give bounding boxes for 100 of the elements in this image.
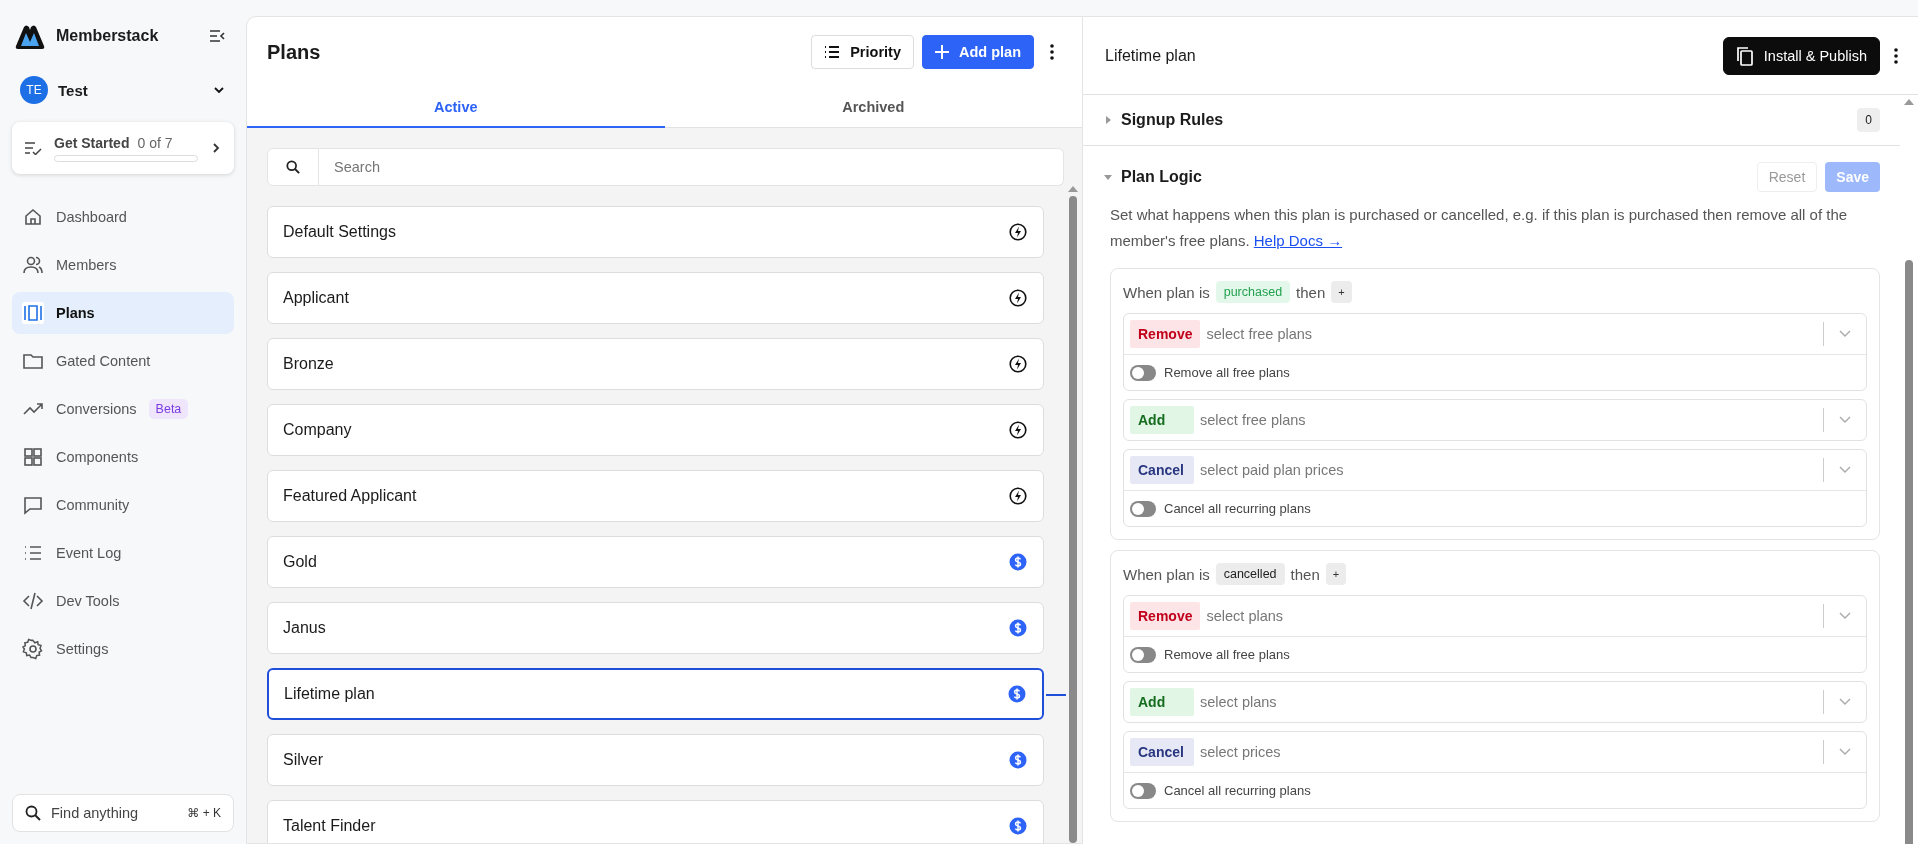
plan-name: Talent Finder [283,817,376,835]
action-tag: Add [1130,688,1194,716]
plan-card[interactable]: Silver [267,734,1044,786]
search-field[interactable]: Search [319,148,1064,186]
nav-item[interactable]: Members [12,244,234,286]
toggle-label: Cancel all recurring plans [1164,783,1311,798]
select-field[interactable]: Cancel select paid plan prices [1124,450,1866,490]
plan-card[interactable]: Talent Finder [267,800,1044,843]
kebab-icon [1894,47,1898,64]
get-started-card[interactable]: Get Started 0 of 7 [12,122,234,174]
plan-name: Featured Applicant [283,487,417,505]
plan-title: Lifetime plan [1105,46,1197,65]
dollar-icon [1009,553,1027,571]
nav-item[interactable]: Dev Tools [12,580,234,622]
plan-card[interactable]: Applicant [267,272,1044,324]
nav-item[interactable]: Gated Content [12,340,234,382]
bolt-icon [1009,421,1027,439]
grid-icon [22,446,44,468]
chevron-down-icon [1839,466,1851,474]
select-field[interactable]: Add select free plans [1124,400,1866,440]
event-tag: cancelled [1215,563,1285,585]
select-field[interactable]: Remove select free plans [1124,314,1866,354]
search-placeholder: Find anything [51,805,140,821]
chevron-down-icon [1839,698,1851,706]
event-tag: purchased [1215,281,1291,303]
search-field[interactable]: Find anything ⌘ + K [12,794,234,832]
toggle-switch[interactable] [1130,364,1156,381]
select-field[interactable]: Add select plans [1124,682,1866,722]
tab[interactable]: Archived [664,87,1082,128]
action-tag: Cancel [1130,456,1194,484]
action-tag: Add [1130,406,1194,434]
bolt-icon [1009,355,1027,373]
toggle-switch[interactable] [1130,500,1156,517]
plan-name: Janus [283,619,326,637]
toggle-label: Remove all free plans [1164,647,1290,662]
action-tag: Cancel [1130,738,1194,766]
plan-name: Gold [283,553,317,571]
list-icon [824,46,841,58]
priority-button[interactable]: Priority [811,35,914,69]
toggle-switch[interactable] [1130,782,1156,799]
plan-name: Applicant [283,289,349,307]
dollar-icon [1009,619,1027,637]
chevron-down-icon [1839,330,1851,338]
select-placeholder: select free plans [1200,412,1307,428]
home-icon [22,206,44,228]
count-badge: 0 [1857,108,1880,132]
select-field[interactable]: Cancel select prices [1124,732,1866,772]
plan-card[interactable]: Bronze [267,338,1044,390]
settings-icon [22,638,44,660]
select-placeholder: select paid plan prices [1200,462,1345,478]
help-docs-link[interactable]: Help Docs → [1253,232,1343,249]
workspace-switcher[interactable]: TE Test [12,72,234,108]
plan-card[interactable]: Lifetime plan [267,668,1044,720]
panel-title: Plans [267,40,322,64]
plan-card[interactable]: Company [267,404,1044,456]
scroll-up-icon [1068,186,1078,192]
plan-name: Silver [283,751,323,769]
install-publish-button[interactable]: Install & Publish [1722,36,1880,75]
section-title: Signup Rules [1121,111,1225,129]
plan-name: Bronze [283,355,334,373]
nav-item[interactable]: Community [12,484,234,526]
select-field[interactable]: Remove select plans [1124,596,1866,636]
section-header[interactable]: Signup Rules 0 [1083,95,1900,146]
description: Set what happens when this plan is purchased or cancelled, e.g. if this plan is purchased then remove all of the member's free plans. Help Docs → [1110,205,1849,251]
condition-label: When plan is [1123,565,1210,583]
plan-name: Company [283,421,352,439]
add-action-button[interactable]: + [1331,281,1352,303]
nav-item[interactable]: Dashboard [12,196,234,238]
nav-item[interactable]: Conversions Beta [12,388,234,430]
section-title: Plan Logic [1121,168,1203,186]
select-placeholder: select prices [1200,744,1282,760]
search-icon [286,160,300,174]
search-button[interactable] [267,148,319,186]
chevron-right-icon [210,141,222,155]
checklist-icon [24,141,42,155]
nav-item[interactable]: Settings [12,628,234,670]
add-plan-button[interactable]: Add plan [921,35,1034,69]
nav-item[interactable]: Event Log [12,532,234,574]
users-icon [22,254,44,276]
nav-item[interactable]: Plans [12,292,234,334]
select-placeholder: select free plans [1206,326,1314,342]
chevron-down-icon [1839,612,1851,620]
plan-card[interactable]: Gold [267,536,1044,588]
brand-name: Memberstack [56,27,160,45]
code-icon [22,590,44,612]
nav-item[interactable]: Components [12,436,234,478]
plan-card[interactable]: Janus [267,602,1044,654]
plan-card[interactable]: Featured Applicant [267,470,1044,522]
toggle-switch[interactable] [1130,646,1156,663]
dollar-icon [1009,751,1027,769]
dollar-icon [1008,685,1026,703]
add-action-button[interactable]: + [1325,563,1347,585]
plan-name: Default Settings [283,223,396,241]
plan-card[interactable]: Default Settings [267,206,1044,258]
search-icon [25,805,41,821]
copy-icon [1735,45,1754,66]
bolt-icon [1009,487,1027,505]
workspace-avatar: TE [20,76,48,104]
chat-icon [22,494,44,516]
action-tag: Remove [1130,602,1201,630]
